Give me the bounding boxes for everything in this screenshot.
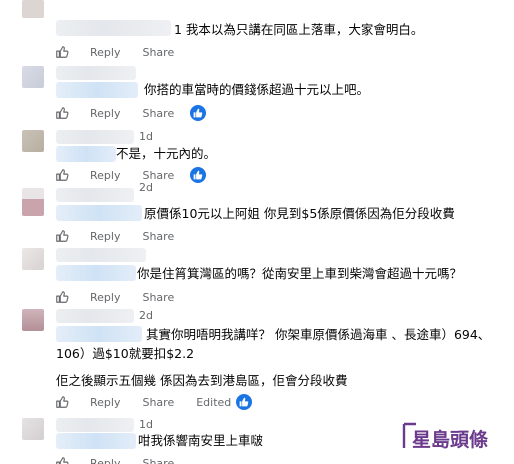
thumbs-up-icon [193, 108, 203, 118]
avatar[interactable] [22, 130, 44, 152]
comment-actions: Reply Share [55, 44, 174, 60]
comment-actions: Reply Share Edited [55, 394, 231, 410]
blurred-author-name[interactable] [56, 82, 138, 98]
avatar[interactable] [22, 188, 44, 216]
thumbs-up-icon[interactable] [55, 229, 69, 243]
share-link[interactable]: Share [142, 107, 174, 120]
reply-link[interactable]: Reply [90, 169, 120, 182]
blurred-author-name[interactable] [56, 326, 142, 342]
share-link[interactable]: Share [142, 230, 174, 243]
comment-actions: Reply Share [55, 289, 174, 305]
comment-age: 1d [139, 418, 153, 431]
blurred-author-name[interactable] [56, 309, 134, 323]
watermark-logo: 星島頭條 星島頭條 [400, 420, 512, 456]
comment-actions: Reply Share [55, 228, 174, 244]
thumbs-up-icon[interactable] [55, 290, 69, 304]
thumbs-up-icon [193, 170, 203, 180]
avatar[interactable] [22, 0, 44, 18]
thumbs-up-icon[interactable] [55, 168, 69, 182]
comment-actions: Reply Share [55, 167, 174, 183]
reply-link[interactable]: Reply [90, 230, 120, 243]
comment-text: 你搭的車當時的價錢係超過十元以上吧。 [144, 82, 370, 97]
comment-text: 106）過$10就要扣$2.2 [56, 346, 195, 361]
reply-link[interactable]: Reply [90, 396, 120, 409]
thumbs-up-icon[interactable] [55, 395, 69, 409]
share-link[interactable]: Share [142, 396, 174, 409]
share-link[interactable]: Share [142, 169, 174, 182]
watermark-frame: 星島頭條 星島頭條 [401, 421, 490, 453]
like-reaction-badge[interactable] [190, 105, 206, 121]
avatar[interactable] [22, 248, 44, 270]
comment-actions: Reply Share [55, 455, 174, 464]
reply-link[interactable]: Reply [90, 457, 120, 464]
share-link[interactable]: Share [142, 46, 174, 59]
thumbs-up-icon [239, 397, 249, 407]
edited-label[interactable]: Edited [196, 396, 231, 409]
thumbs-up-icon[interactable] [55, 45, 69, 59]
like-reaction-badge[interactable] [190, 167, 206, 183]
comment-text: 你是住筲箕灣區的嗎？從南安里上車到柴灣會超過十元嗎？ [137, 266, 463, 281]
watermark-text: 星島頭條 [412, 428, 488, 451]
comment-age: 1d [139, 130, 153, 143]
blurred-author-name[interactable] [56, 248, 146, 262]
comment-text: 咁我係響南安里上車啵 [138, 433, 264, 448]
comment-age: 2d [139, 181, 153, 194]
reply-link[interactable]: Reply [90, 46, 120, 59]
blurred-author-name[interactable] [56, 418, 134, 432]
comment-text: 原價係10元以上阿姐 你見到$5係原價係因為佢分段收費 [144, 206, 455, 221]
blurred-author-name[interactable] [56, 205, 142, 221]
comment-actions: Reply Share [55, 105, 174, 121]
comment-text: 其實你明唔明我講咩？ 你架車原價係過海車 、長途車）694、 [146, 327, 491, 342]
comment-text: 佢之後顯示五個幾 係因為去到港島區，佢會分段收費 [56, 373, 348, 388]
reply-link[interactable]: Reply [90, 107, 120, 120]
blurred-author-name[interactable] [56, 20, 171, 36]
comment-age: 2d [139, 309, 153, 322]
avatar[interactable] [22, 309, 44, 331]
share-link[interactable]: Share [142, 457, 174, 464]
comment-text: 1 我本以為只講在同區上落車，大家會明白。 [174, 22, 424, 37]
reply-link[interactable]: Reply [90, 291, 120, 304]
share-link[interactable]: Share [142, 291, 174, 304]
blurred-author-name[interactable] [56, 433, 136, 449]
blurred-author-name[interactable] [56, 188, 134, 202]
blurred-author-name[interactable] [56, 66, 136, 80]
thumbs-up-icon[interactable] [55, 106, 69, 120]
comment-text: 不是，十元內的。 [116, 146, 217, 161]
avatar[interactable] [22, 418, 44, 440]
blurred-author-name[interactable] [56, 265, 136, 281]
thumbs-up-icon[interactable] [55, 456, 69, 464]
like-reaction-badge[interactable] [236, 394, 252, 410]
blurred-author-name[interactable] [56, 130, 134, 144]
avatar[interactable] [22, 66, 44, 88]
blurred-author-name[interactable] [56, 146, 116, 162]
